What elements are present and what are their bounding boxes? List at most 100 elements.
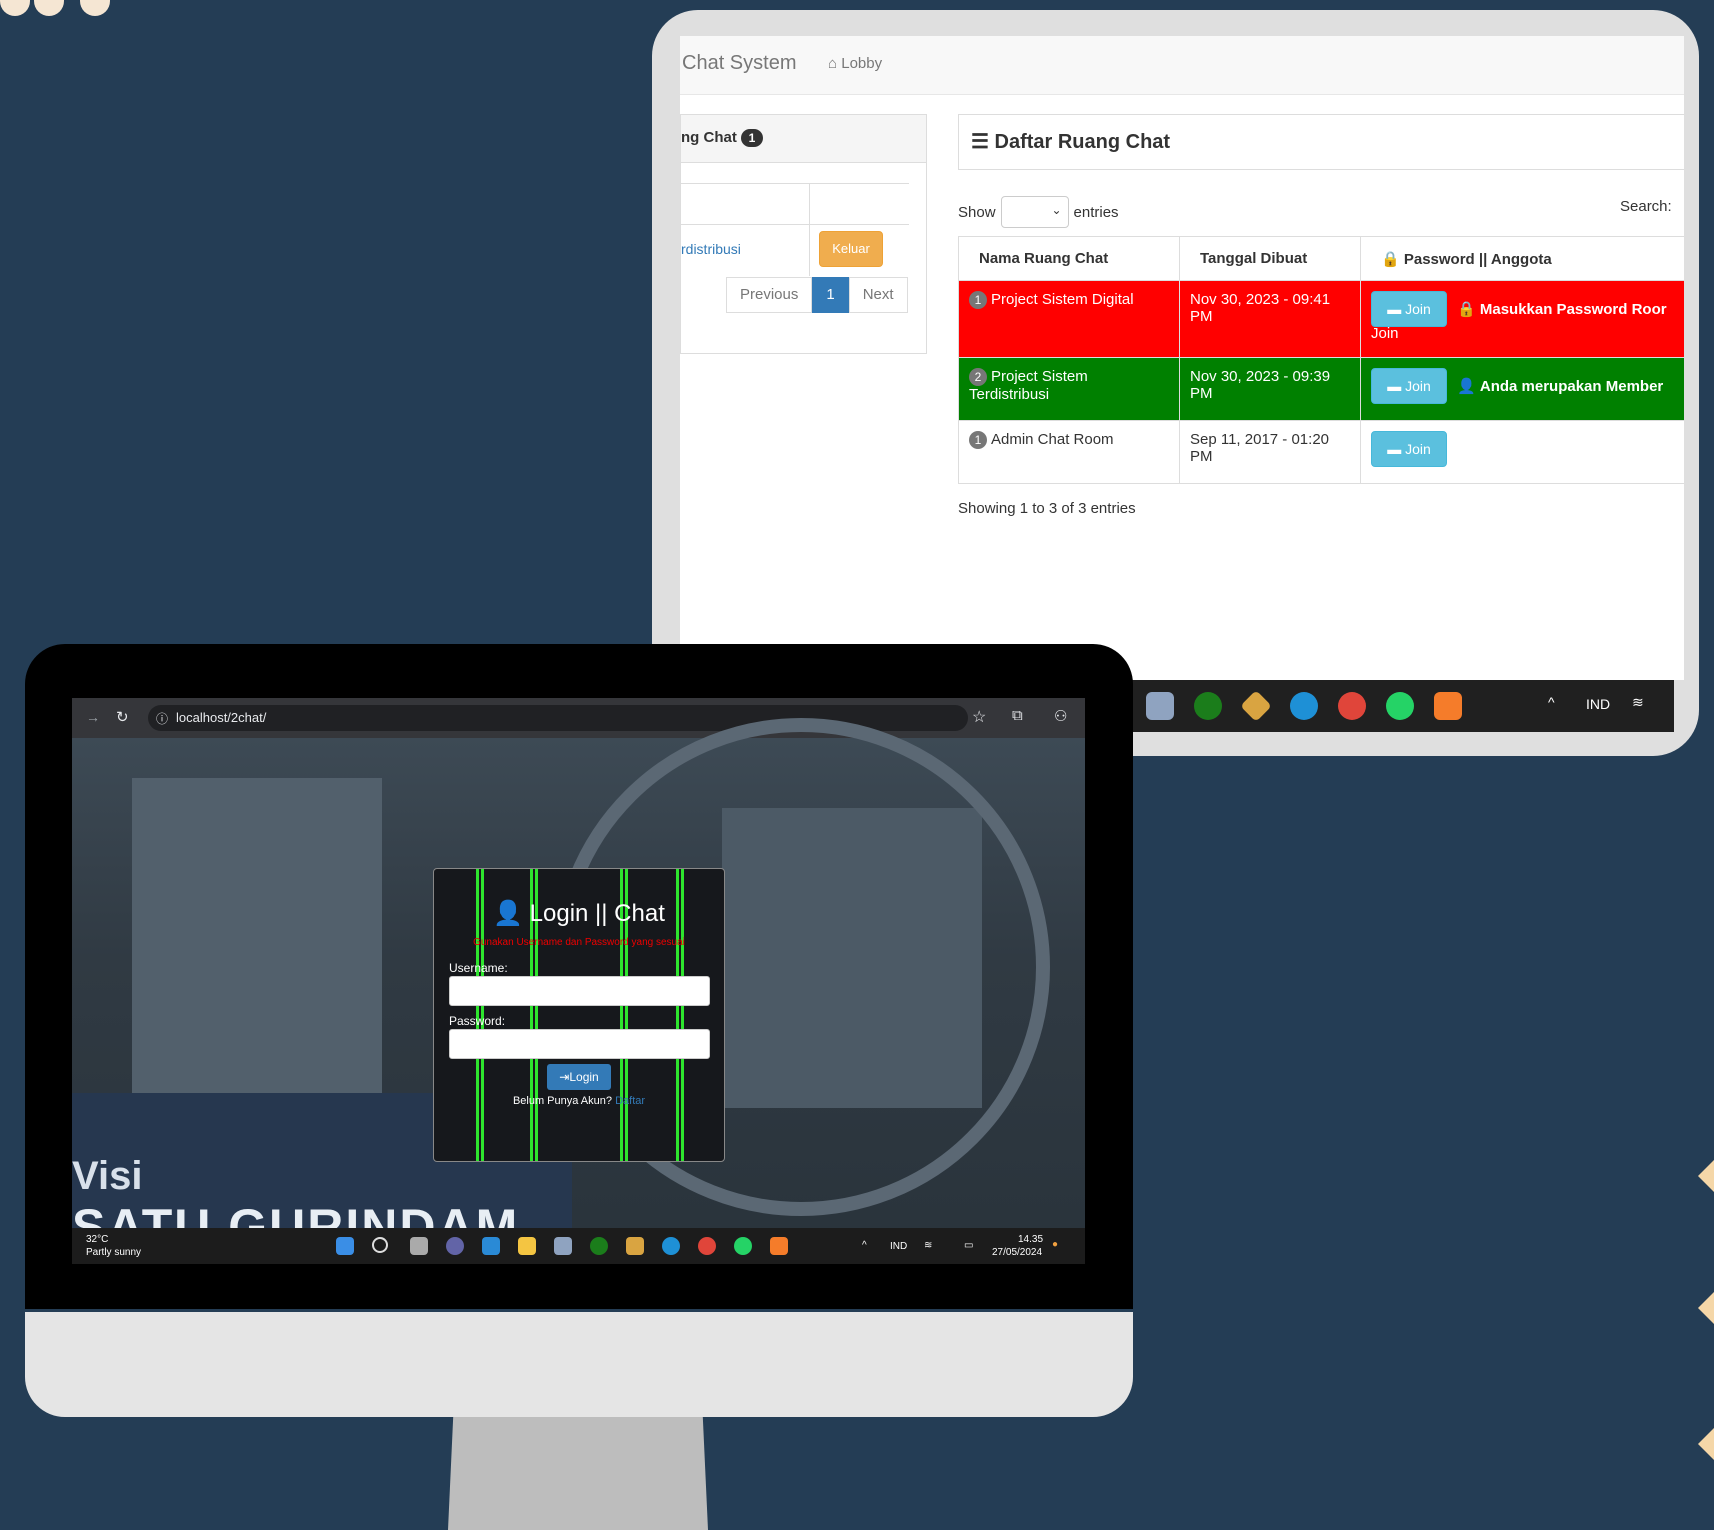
monitor-chin <box>25 1312 1133 1417</box>
table-row: 2 Project Sistem Terdistribusi Nov 30, 20… <box>958 357 1684 421</box>
browser-toolbar: → ↻ localhost/2chat/ ⓘ ☆ ⧉ ⚇ <box>72 698 1085 738</box>
brand-title[interactable]: Chat System <box>682 52 796 75</box>
windows-taskbar: 32°C Partly sunny ^ IND ≋ ▭ 14.35 27/05/… <box>72 1228 1085 1264</box>
table-divider <box>681 224 909 225</box>
search-label: Search: <box>1620 198 1672 215</box>
login-button-label: Login <box>569 1070 599 1084</box>
xampp-icon[interactable] <box>1434 692 1462 720</box>
pagination: Previous 1 Next <box>726 277 908 313</box>
column-header[interactable]: Nama Ruang Chat <box>958 236 1180 281</box>
room-action-cell: ▬ Join 🔒 Masukkan Password Roor Join <box>1360 280 1684 358</box>
room-name: Project Sistem Terdistribusi <box>969 368 1088 403</box>
app-icon[interactable] <box>554 1237 572 1255</box>
weather-temp[interactable]: 32°C <box>86 1234 108 1245</box>
decor-chevron <box>1698 1292 1714 1324</box>
register-text: Belum Punya Akun? <box>512 1095 613 1107</box>
info-icon: ⓘ <box>156 712 169 726</box>
xampp-icon[interactable] <box>770 1237 788 1255</box>
leave-button[interactable]: Keluar <box>819 231 883 267</box>
weather-desc[interactable]: Partly sunny <box>86 1247 141 1258</box>
login-title-text: Login || Chat <box>529 900 665 927</box>
column-header[interactable]: Tanggal Dibuat <box>1179 236 1361 281</box>
battery-icon[interactable]: ▭ <box>964 1240 973 1251</box>
decor-dot <box>0 0 30 16</box>
background-photo: Visi SATU GURINDAM 👤 Login || Chat Gunak… <box>72 718 1085 1255</box>
tray-chevron-icon[interactable]: ^ <box>862 1240 867 1251</box>
member-count-badge: 1 <box>969 291 987 309</box>
user-icon: 👤 <box>493 900 523 927</box>
reload-icon[interactable]: ↻ <box>116 708 129 726</box>
room-name-cell: 1 Project Sistem Digital <box>958 280 1180 358</box>
search-icon[interactable] <box>372 1237 388 1253</box>
login-warning: Gunakan Username dan Password yang sesua… <box>473 937 685 948</box>
decor-chevron <box>1698 1428 1714 1460</box>
page-1-button[interactable]: 1 <box>812 277 849 313</box>
profile-icon[interactable]: ⚇ <box>1054 707 1067 725</box>
room-name: Project Sistem Digital <box>991 291 1134 308</box>
login-icon: ⇥ <box>559 1070 570 1084</box>
notification-bell-icon[interactable]: ● <box>1052 1239 1058 1250</box>
home-icon: ⌂ <box>828 55 838 72</box>
whatsapp-icon[interactable] <box>1386 692 1414 720</box>
clock-time[interactable]: 14.35 <box>1018 1234 1043 1245</box>
app-icon[interactable] <box>1146 692 1174 720</box>
chrome-icon[interactable] <box>698 1237 716 1255</box>
xbox-icon[interactable] <box>590 1237 608 1255</box>
entries-length-control: Show ⌄ entries <box>958 196 1119 228</box>
join-button-label: Join <box>1405 301 1431 317</box>
forward-icon[interactable]: → <box>86 709 100 725</box>
wifi-icon[interactable]: ≋ <box>1632 694 1644 711</box>
join-button[interactable]: ▬ Join <box>1371 291 1447 327</box>
bookmark-star-icon[interactable]: ☆ <box>972 707 986 727</box>
joined-room-link[interactable]: rdistribusi <box>681 241 741 257</box>
panel-heading: ng Chat 1 <box>681 115 926 163</box>
table-row: 1 Project Sistem Digital Nov 30, 2023 - 0… <box>958 280 1684 358</box>
git-icon[interactable] <box>1240 690 1272 722</box>
room-status-extra: Join <box>1371 325 1399 342</box>
password-input[interactable] <box>449 1029 710 1059</box>
task-view-icon[interactable] <box>410 1237 428 1255</box>
whatsapp-icon[interactable] <box>734 1237 752 1255</box>
next-button[interactable]: Next <box>848 277 908 313</box>
decor-dot <box>80 0 110 16</box>
previous-button[interactable]: Previous <box>726 277 813 313</box>
login-title: 👤 Login || Chat <box>434 899 724 928</box>
tray-language[interactable]: IND <box>890 1241 907 1252</box>
folder-icon[interactable] <box>518 1237 536 1255</box>
entries-select[interactable]: ⌄ <box>1000 196 1069 228</box>
panel-title-text: ng Chat <box>681 129 737 146</box>
panel-title: ng Chat 1 <box>681 129 763 147</box>
git-icon[interactable] <box>626 1237 644 1255</box>
username-input[interactable] <box>449 976 710 1006</box>
join-button[interactable]: ▬ Join <box>1371 368 1447 404</box>
decor-dot <box>34 0 64 16</box>
edge-icon[interactable] <box>1290 692 1318 720</box>
mail-icon[interactable] <box>482 1237 500 1255</box>
login-button[interactable]: ⇥Login <box>547 1064 611 1090</box>
start-icon[interactable] <box>336 1237 354 1255</box>
teams-icon[interactable] <box>446 1237 464 1255</box>
table-row: 1 Admin Chat Room Sep 11, 2017 - 01:20 PM… <box>958 420 1684 484</box>
register-link[interactable]: Daftar <box>615 1095 645 1107</box>
rooms-panel-title-text: Daftar Ruang Chat <box>994 131 1171 153</box>
wifi-icon[interactable]: ≋ <box>924 1240 932 1251</box>
column-header[interactable]: 🔒 Password || Anggota <box>1360 236 1684 281</box>
tray-language[interactable]: IND <box>1586 696 1610 712</box>
room-action-cell: ▬ Join 👤 Anda merupakan Member <box>1360 357 1684 421</box>
chrome-icon[interactable] <box>1338 692 1366 720</box>
join-button[interactable]: ▬ Join <box>1371 431 1447 467</box>
nav-lobby-label: Lobby <box>841 55 883 72</box>
monitor-stand <box>448 1417 708 1530</box>
tray-chevron-icon[interactable]: ^ <box>1548 694 1555 710</box>
decor-chevron <box>1698 1160 1714 1192</box>
password-label: Password: <box>449 1014 506 1028</box>
room-status: Anda merupakan Member <box>1479 378 1664 395</box>
xbox-icon[interactable] <box>1194 692 1222 720</box>
edge-icon[interactable] <box>662 1237 680 1255</box>
extensions-icon[interactable]: ⧉ <box>1012 707 1023 724</box>
tablet-screen: Chat System ⌂ Lobby ng Chat 1 rdistribus… <box>680 36 1684 680</box>
clock-date[interactable]: 27/05/2024 <box>992 1247 1042 1258</box>
lock-icon: 🔒 <box>1457 301 1476 318</box>
nav-lobby[interactable]: ⌂ Lobby <box>828 55 882 72</box>
table-header-row: Nama Ruang Chat Tanggal Dibuat 🔒 Passwor… <box>958 236 1684 281</box>
